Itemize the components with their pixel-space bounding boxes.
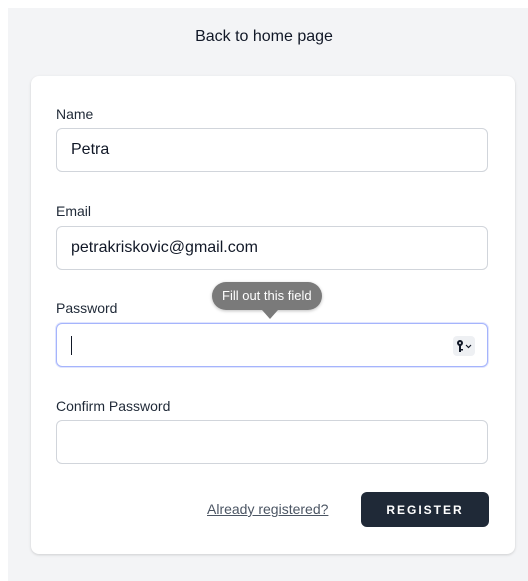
confirm-password-label: Confirm Password	[56, 398, 171, 414]
back-to-home-link[interactable]: Back to home page	[0, 28, 528, 46]
text-caret	[71, 336, 72, 355]
tooltip-arrow	[262, 310, 278, 319]
name-label: Name	[56, 106, 94, 122]
confirm-password-input[interactable]	[56, 420, 488, 464]
register-button[interactable]: Register	[361, 492, 489, 527]
password-label: Password	[56, 300, 118, 316]
name-input[interactable]	[56, 128, 488, 172]
validation-tooltip: Fill out this field	[212, 282, 322, 310]
key-icon[interactable]	[453, 336, 475, 356]
email-label: Email	[56, 203, 92, 219]
email-input[interactable]	[56, 226, 488, 270]
already-registered-link[interactable]: Already registered?	[207, 501, 328, 517]
password-input[interactable]	[56, 323, 488, 367]
